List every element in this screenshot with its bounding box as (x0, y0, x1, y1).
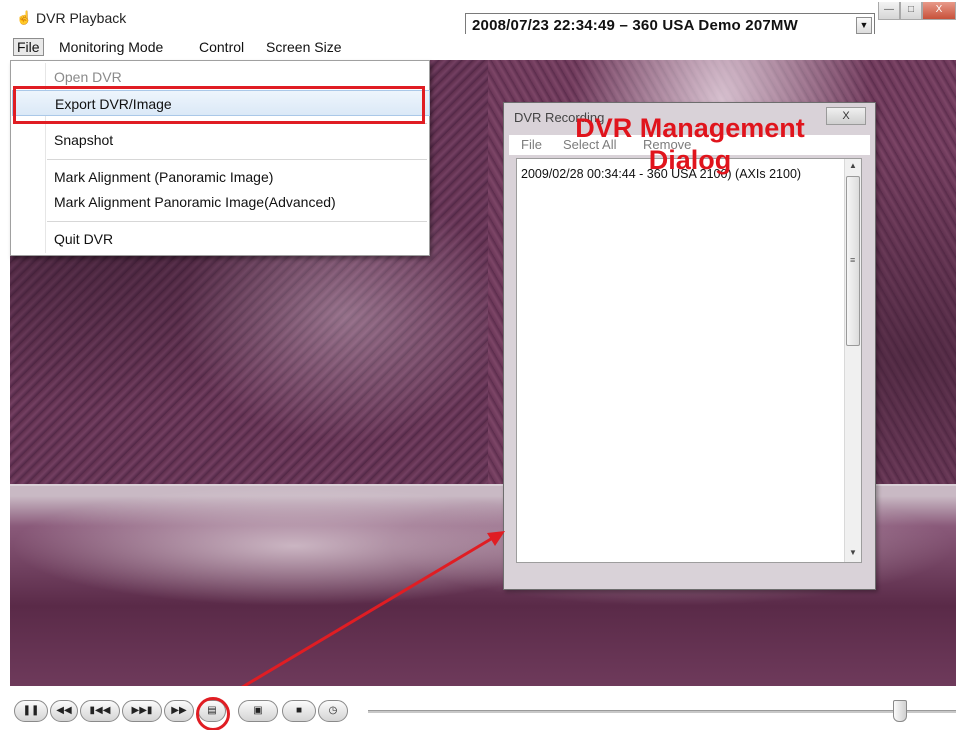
seek-track[interactable] (368, 710, 956, 713)
playback-controls: ❚❚ ◀◀ ▮◀◀ ▶▶▮ ▶▶ ▤ ▣ ■ ◷ (0, 686, 956, 730)
title-bar: ☝ DVR Playback 2008/07/23 22:34:49 – 360… (0, 0, 956, 37)
annotation-label: DVR Management Dialog (540, 112, 840, 176)
fast-forward-icon[interactable]: ▶▶ (164, 700, 194, 722)
hand-icon: ☝ (16, 10, 33, 25)
menu-item-mark-alignment-advanced[interactable]: Mark Alignment Panoramic Image(Advanced) (12, 189, 430, 215)
pause-icon[interactable]: ❚❚ (14, 700, 48, 722)
recording-list[interactable]: 2009/02/28 00:34:44 - 360 USA 2100) (AXI… (516, 158, 862, 563)
export-highlight-box (13, 86, 425, 124)
scroll-thumb[interactable]: ≡ (846, 176, 860, 346)
menu-control[interactable]: Control (199, 39, 244, 55)
dialog-menu-file[interactable]: File (521, 137, 542, 152)
menu-item-quit-dvr[interactable]: Quit DVR (12, 226, 430, 252)
recording-selector-value: 2008/07/23 22:34:49 – 360 USA Demo 207MW (472, 17, 798, 34)
grip-icon: ≡ (850, 255, 856, 265)
menu-item-snapshot[interactable]: Snapshot (12, 127, 430, 153)
stop-icon[interactable]: ■ (282, 700, 316, 722)
dvr-button-highlight (196, 697, 230, 730)
maximize-icon[interactable]: □ (900, 2, 922, 20)
close-button[interactable]: X (922, 2, 956, 20)
menu-separator (47, 159, 427, 160)
menu-item-mark-alignment[interactable]: Mark Alignment (Panoramic Image) (12, 164, 430, 190)
menu-monitoring-mode[interactable]: Monitoring Mode (59, 39, 163, 55)
chevron-down-icon[interactable]: ▼ (856, 17, 872, 34)
clock-icon[interactable]: ◷ (318, 700, 348, 722)
previous-icon[interactable]: ▮◀◀ (80, 700, 120, 722)
scroll-down-icon[interactable]: ▼ (845, 548, 861, 560)
window-controls: — □ X (878, 2, 956, 22)
menu-separator (47, 221, 427, 222)
menubar: File Monitoring Mode Control Screen Size (0, 34, 956, 60)
window-title: DVR Playback (36, 10, 127, 26)
menu-screen-size[interactable]: Screen Size (266, 39, 341, 55)
list-scrollbar[interactable]: ▲ ≡ ▼ (844, 159, 861, 562)
annotation-line-1: DVR Management (575, 113, 805, 143)
rewind-icon[interactable]: ◀◀ (50, 700, 78, 722)
menu-file[interactable]: File (13, 38, 44, 56)
annotation-line-2: Dialog (648, 145, 732, 175)
minimize-icon[interactable]: — (878, 2, 900, 20)
camera-icon[interactable]: ▣ (238, 700, 278, 722)
scroll-up-icon[interactable]: ▲ (845, 161, 861, 173)
next-icon[interactable]: ▶▶▮ (122, 700, 162, 722)
seek-thumb[interactable] (893, 700, 907, 722)
